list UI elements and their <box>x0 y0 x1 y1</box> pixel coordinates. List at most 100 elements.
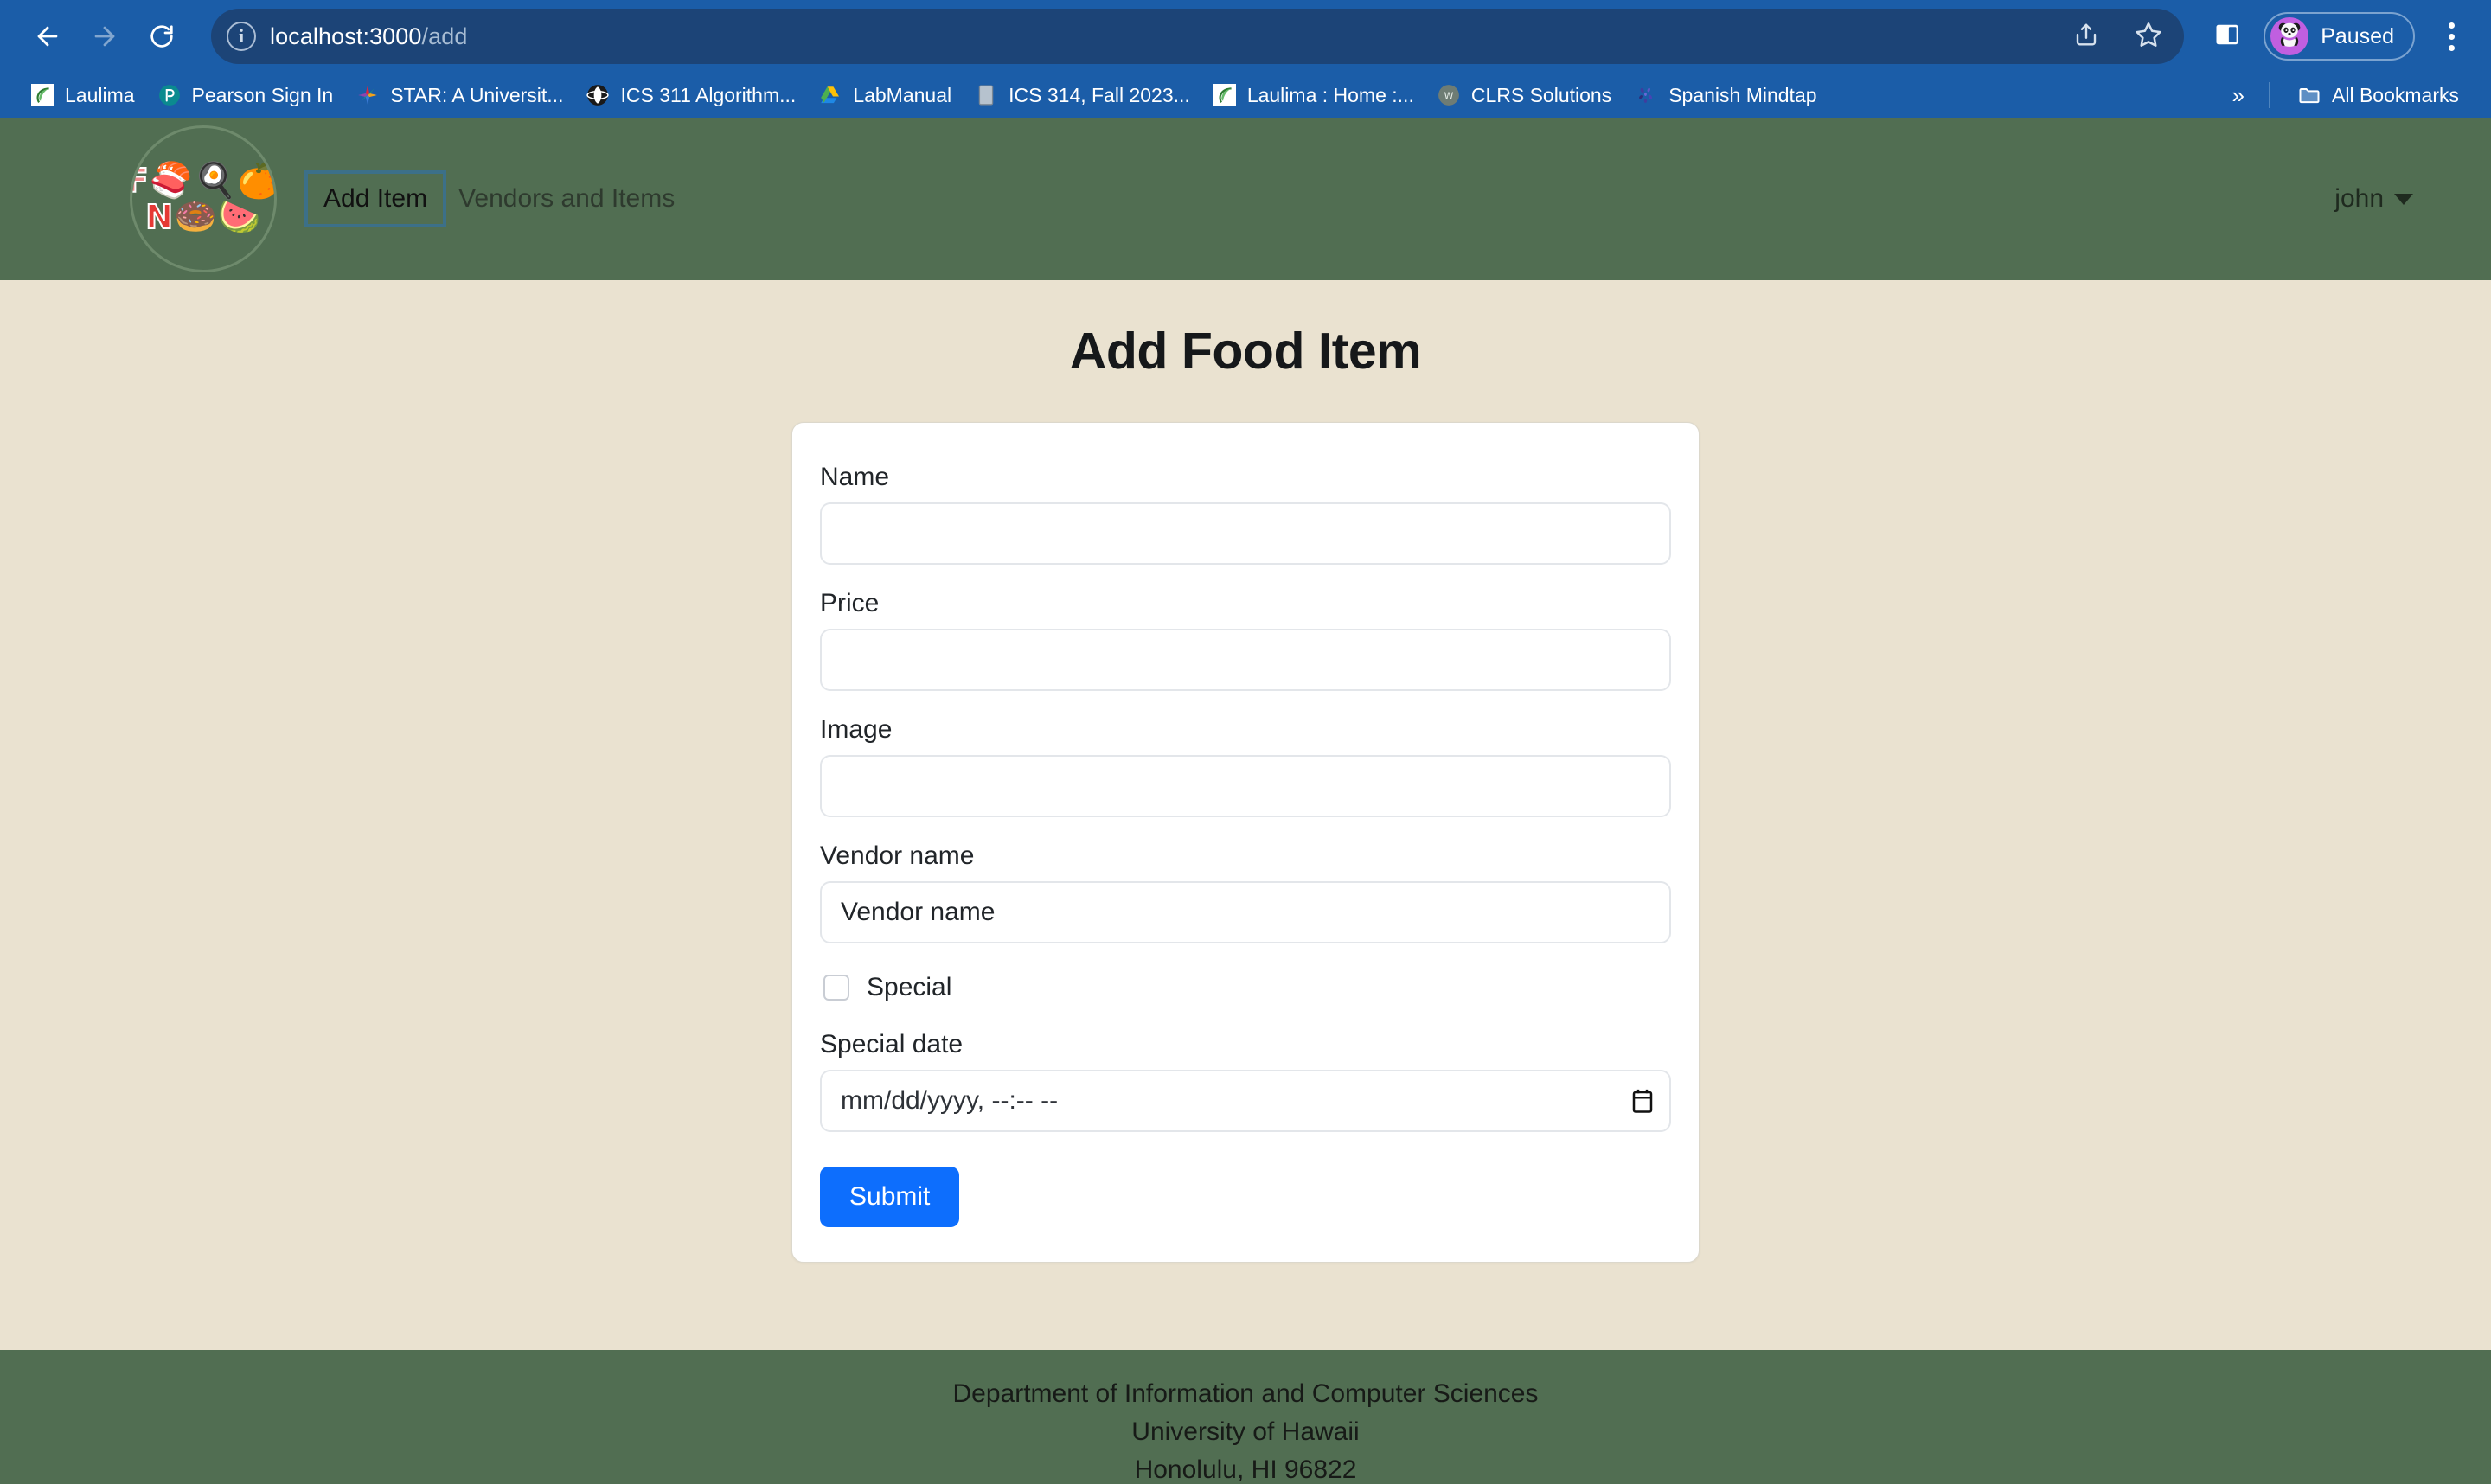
bookmark-label: CLRS Solutions <box>1470 83 1612 106</box>
address-bar-url: localhost:3000/add <box>270 23 467 50</box>
pearson-favicon <box>157 83 182 107</box>
bookmark-item-laulima-home[interactable]: Laulima : Home :... <box>1201 78 1425 112</box>
app-footer: Department of Information and Computer S… <box>0 1350 2491 1484</box>
bookmarks-divider <box>2269 82 2271 108</box>
url-host: localhost:3000 <box>270 22 422 49</box>
special-checkbox[interactable] <box>823 975 849 1001</box>
page-title: Add Food Item <box>1069 323 1422 380</box>
star-favicon <box>355 83 380 107</box>
add-food-item-form: Name Price Image Vendor name Vendor name… <box>791 422 1700 1263</box>
food-now-logo[interactable]: F 🍣 🍳 🍊 N 🍩 🍉 <box>130 125 277 272</box>
bookmark-label: STAR: A Universit... <box>390 83 564 106</box>
bookmark-label: Pearson Sign In <box>191 83 334 106</box>
forward-button[interactable] <box>78 10 131 63</box>
special-date-wrapper: mm/dd/yyyy, --:-- -- <box>820 1070 1671 1132</box>
document-favicon <box>974 83 998 107</box>
bookmark-button[interactable] <box>2129 16 2168 56</box>
app-nav: Add Item Vendors and Items <box>304 170 690 227</box>
main-content: Add Food Item Name Price Image Vendor na… <box>0 280 2491 1350</box>
user-menu[interactable]: john <box>2334 184 2413 214</box>
field-label-vendor-name: Vendor name <box>820 841 975 870</box>
sushi-roll-icon: 🍣 <box>149 162 193 200</box>
special-date-input[interactable]: mm/dd/yyyy, --:-- -- <box>820 1070 1671 1132</box>
bookmarks-overflow-group: » All Bookmarks <box>2224 78 2475 112</box>
bookmark-item-spanish-mindtap[interactable]: Spanish Mindtap <box>1623 78 1828 112</box>
bookmark-item-ics311[interactable]: ICS 311 Algorithm... <box>574 78 807 112</box>
profile-status-label: Paused <box>2321 23 2394 48</box>
field-name: Name <box>820 463 1671 565</box>
price-input[interactable] <box>820 629 1671 691</box>
footer-line-city: Honolulu, HI 96822 <box>1134 1455 1357 1484</box>
watermelon-icon: 🍉 <box>217 198 261 236</box>
browser-toolbar: i localhost:3000/add Paused <box>0 0 2491 73</box>
field-special-date: Special date mm/dd/yyyy, --:-- -- <box>820 1030 1671 1132</box>
globe-favicon <box>586 83 610 107</box>
caret-down-icon <box>2394 193 2413 205</box>
address-bar[interactable]: i localhost:3000/add <box>211 9 2185 64</box>
reload-icon <box>148 22 176 50</box>
calendar-icon[interactable] <box>1631 1088 1654 1114</box>
field-label-image: Image <box>820 715 893 744</box>
user-menu-label: john <box>2334 184 2384 213</box>
bookmark-label: ICS 314, Fall 2023... <box>1009 83 1190 106</box>
logo-letter-n: N <box>144 198 174 236</box>
field-vendor-name: Vendor name Vendor name <box>820 841 1671 943</box>
kebab-menu-icon <box>2448 22 2455 51</box>
submit-button[interactable]: Submit <box>820 1167 960 1227</box>
nav-link-vendors-and-items[interactable]: Vendors and Items <box>443 174 690 224</box>
special-checkbox-label: Special <box>867 973 952 1001</box>
google-drive-favicon <box>818 83 842 107</box>
bookmark-item-ics314[interactable]: ICS 314, Fall 2023... <box>963 78 1201 112</box>
toolbar-right-actions: Paused <box>2208 12 2470 61</box>
bookmarks-overflow-button[interactable]: » <box>2224 82 2253 109</box>
arrow-right-icon <box>90 22 119 51</box>
field-label-price: Price <box>820 589 880 617</box>
bookmark-item-laulima[interactable]: Laulima <box>19 78 146 112</box>
bookmark-label: ICS 311 Algorithm... <box>620 83 797 106</box>
laulima-leaf-favicon <box>1213 83 1237 107</box>
app-header: F 🍣 🍳 🍊 N 🍩 🍉 Add Item Vendors and Items… <box>0 118 2491 280</box>
arrow-left-icon <box>33 22 62 51</box>
image-input[interactable] <box>820 755 1671 817</box>
avatar <box>2270 17 2309 55</box>
site-info-icon[interactable]: i <box>227 22 256 51</box>
url-path: /add <box>421 22 468 49</box>
mindtap-favicon <box>1634 83 1658 107</box>
special-checkbox-row[interactable]: Special <box>820 973 1671 1002</box>
name-input[interactable] <box>820 502 1671 565</box>
bookmark-item-pearson[interactable]: Pearson Sign In <box>146 78 345 112</box>
all-bookmarks-button[interactable]: All Bookmarks <box>2286 78 2470 112</box>
logo-line-now: N 🍩 🍉 <box>144 198 261 236</box>
footer-line-department: Department of Information and Computer S… <box>952 1379 1539 1408</box>
fried-egg-icon: 🍳 <box>193 162 237 200</box>
walkccc-favicon: W <box>1437 83 1461 107</box>
donut-icon: 🍩 <box>174 198 217 236</box>
orange-slice-icon: 🍊 <box>237 162 277 200</box>
reload-button[interactable] <box>135 10 189 63</box>
browser-menu-button[interactable] <box>2432 14 2470 59</box>
share-icon <box>2073 22 2099 52</box>
share-button[interactable] <box>2066 16 2106 56</box>
side-panel-button[interactable] <box>2208 17 2246 55</box>
vendor-name-select[interactable]: Vendor name <box>820 881 1671 943</box>
svg-text:W: W <box>1444 90 1453 101</box>
all-bookmarks-label: All Bookmarks <box>2332 83 2459 106</box>
bookmark-item-clrs[interactable]: W CLRS Solutions <box>1425 78 1623 112</box>
bookmark-label: LabManual <box>853 83 952 106</box>
profile-chip[interactable]: Paused <box>2264 12 2415 61</box>
laulima-leaf-favicon <box>30 83 54 107</box>
bookmark-label: Spanish Mindtap <box>1668 83 1817 106</box>
star-icon <box>2135 21 2162 53</box>
side-panel-icon <box>2214 22 2240 52</box>
logo-letter-f: F <box>132 163 150 198</box>
field-label-special-date: Special date <box>820 1030 964 1059</box>
nav-link-add-item[interactable]: Add Item <box>304 170 447 227</box>
bookmark-label: Laulima : Home :... <box>1246 83 1414 106</box>
bookmark-label: Laulima <box>65 83 135 106</box>
field-label-name: Name <box>820 463 890 491</box>
bookmark-item-star[interactable]: STAR: A Universit... <box>344 78 574 112</box>
logo-line-food: F 🍣 🍳 🍊 <box>132 162 277 200</box>
field-price: Price <box>820 589 1671 691</box>
bookmark-item-labmanual[interactable]: LabManual <box>807 78 963 112</box>
back-button[interactable] <box>21 10 74 63</box>
